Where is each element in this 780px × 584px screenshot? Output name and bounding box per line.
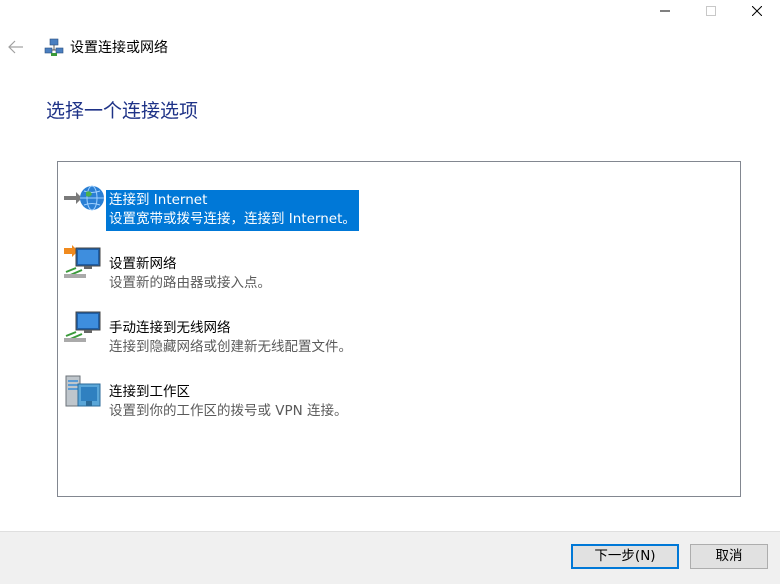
minimize-icon bbox=[660, 10, 670, 12]
window-title: 设置连接或网络 bbox=[70, 40, 168, 56]
option-connect-workplace[interactable]: 连接到工作区 设置到你的工作区的拨号或 VPN 连接。 bbox=[62, 368, 382, 419]
footer-bar: 下一步(N) 取消 bbox=[0, 531, 780, 584]
back-button[interactable] bbox=[6, 38, 26, 56]
option-title: 设置新网络 bbox=[109, 256, 177, 272]
close-icon bbox=[752, 6, 762, 16]
minimize-button[interactable] bbox=[642, 0, 688, 22]
page-heading: 选择一个连接选项 bbox=[46, 100, 199, 122]
option-title: 手动连接到无线网络 bbox=[109, 320, 231, 336]
maximize-icon bbox=[706, 6, 716, 16]
option-title: 连接到工作区 bbox=[109, 384, 190, 400]
cancel-button[interactable]: 取消 bbox=[690, 544, 768, 569]
option-description: 设置新的路由器或接入点。 bbox=[109, 275, 271, 291]
option-connect-internet[interactable]: 连接到 Internet 设置宽带或拨号连接，连接到 Internet。 bbox=[62, 176, 382, 231]
globe-icon bbox=[64, 185, 104, 211]
option-text: 连接到 Internet 设置宽带或拨号连接，连接到 Internet。 bbox=[106, 190, 359, 231]
option-text: 设置新网络 设置新的路由器或接入点。 bbox=[106, 254, 274, 295]
option-text: 连接到工作区 设置到你的工作区的拨号或 VPN 连接。 bbox=[106, 382, 351, 423]
new-network-icon bbox=[64, 245, 101, 278]
wireless-network-icon bbox=[64, 311, 101, 342]
network-setup-icon bbox=[44, 38, 64, 56]
setup-connection-window: 设置连接或网络 选择一个连接选项 连接到 Internet 设置宽带或拨号连接，… bbox=[0, 0, 780, 584]
option-description: 设置宽带或拨号连接，连接到 Internet。 bbox=[109, 211, 356, 227]
back-arrow-icon bbox=[8, 40, 23, 54]
option-text: 手动连接到无线网络 连接到隐藏网络或创建新无线配置文件。 bbox=[106, 318, 355, 359]
workplace-icon bbox=[65, 375, 101, 407]
option-new-network[interactable]: 设置新网络 设置新的路由器或接入点。 bbox=[62, 240, 382, 291]
option-description: 设置到你的工作区的拨号或 VPN 连接。 bbox=[109, 403, 348, 419]
option-description: 连接到隐藏网络或创建新无线配置文件。 bbox=[109, 339, 352, 355]
window-controls bbox=[642, 0, 780, 22]
maximize-button[interactable] bbox=[688, 0, 734, 22]
option-title: 连接到 Internet bbox=[109, 192, 208, 208]
connection-option-list: 连接到 Internet 设置宽带或拨号连接，连接到 Internet。 设置新… bbox=[57, 161, 741, 497]
close-button[interactable] bbox=[734, 0, 780, 22]
option-manual-wireless[interactable]: 手动连接到无线网络 连接到隐藏网络或创建新无线配置文件。 bbox=[62, 304, 382, 355]
next-button[interactable]: 下一步(N) bbox=[571, 544, 679, 569]
